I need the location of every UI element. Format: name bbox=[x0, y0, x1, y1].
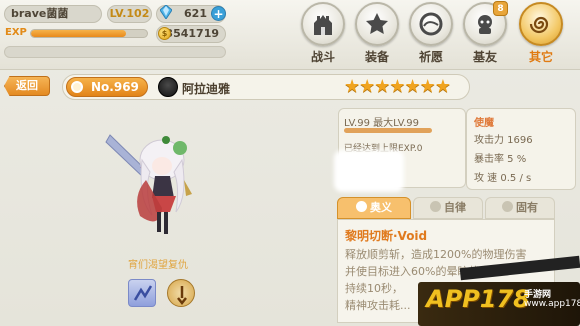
tab-self-discipline[interactable]: 自律 bbox=[413, 197, 483, 219]
star-rating: ★★★★★★★ bbox=[344, 76, 451, 97]
gold-coin-icon: $ bbox=[158, 27, 171, 40]
player-name: brave菌菌 bbox=[4, 5, 102, 23]
character-quote: 宵们渴望复仇 bbox=[128, 260, 188, 271]
nav-equipment-label: 装备 bbox=[364, 50, 389, 64]
watermark-url: www.app178.com bbox=[524, 299, 580, 309]
redaction-blob bbox=[334, 150, 404, 192]
stat-crit: 暴击率 5 % bbox=[474, 154, 527, 165]
nav-wish-button[interactable]: 祈愿 bbox=[406, 2, 456, 68]
tab-innate[interactable]: 固有 bbox=[485, 197, 555, 219]
friends-badge: 8 bbox=[493, 1, 508, 16]
spiral-icon bbox=[519, 2, 563, 46]
level-text: LV.99 最大LV.99 bbox=[344, 118, 420, 129]
stat-speed: 攻 速 0.5 / s bbox=[474, 173, 532, 184]
skill-slot-2[interactable] bbox=[167, 279, 195, 307]
skill-name: 黎明切断·Void bbox=[345, 229, 428, 243]
exp-bar-fill bbox=[31, 30, 127, 37]
stat-attack: 攻击力 1696 bbox=[474, 135, 533, 146]
nav-equipment-button[interactable]: 装备 bbox=[352, 2, 402, 68]
tab-innate-label: 固有 bbox=[516, 201, 538, 214]
skill-slot-1[interactable] bbox=[128, 279, 156, 307]
back-button[interactable]: 返回 bbox=[4, 76, 50, 96]
nav-friends-button[interactable]: 8 基友 bbox=[460, 1, 510, 68]
nav-other-label: 其它 bbox=[528, 50, 553, 64]
castle-icon bbox=[301, 2, 345, 46]
hero-avatar bbox=[158, 77, 178, 97]
exp-label: EXP bbox=[5, 27, 27, 38]
friend-icon: 8 bbox=[463, 1, 508, 46]
level-bar bbox=[344, 128, 432, 133]
watermark-text: APP178 bbox=[426, 285, 530, 313]
nav-wish-label: 祈愿 bbox=[418, 50, 443, 64]
star-shield-icon bbox=[355, 2, 399, 46]
nav-battle-label: 战斗 bbox=[310, 50, 335, 64]
secondary-bar bbox=[4, 46, 226, 58]
gem-icon bbox=[160, 5, 172, 19]
target-icon bbox=[430, 201, 441, 212]
nav-friends-label: 基友 bbox=[472, 50, 497, 64]
flame-icon bbox=[356, 201, 367, 212]
nav-other-button[interactable]: 其它 bbox=[516, 2, 566, 68]
skill-desc-line-1: 释放顺剪斩，造成1200%的物理伤害 bbox=[345, 248, 527, 261]
watermark: APP178 手游网 www.app178.com bbox=[418, 268, 580, 326]
game-screen: brave菌菌 LV.102 621 + EXP 3541719 $ 战斗 装备… bbox=[0, 0, 580, 326]
nav-battle-button[interactable]: 战斗 bbox=[298, 2, 348, 68]
character-sprite bbox=[105, 134, 192, 234]
tab-ultimate[interactable]: 奥义 bbox=[337, 197, 411, 219]
player-level: LV.102 bbox=[107, 5, 152, 23]
exp-bar bbox=[30, 29, 148, 38]
hero-name: 阿拉迪雅 bbox=[182, 82, 231, 96]
orb-icon bbox=[409, 2, 453, 46]
stats-title: 使魔 bbox=[474, 118, 494, 129]
tab-self-discipline-label: 自律 bbox=[444, 201, 466, 214]
number-dot-icon bbox=[71, 81, 83, 93]
add-gems-button[interactable]: + bbox=[211, 6, 226, 21]
tab-ultimate-label: 奥义 bbox=[370, 201, 392, 214]
gear-icon bbox=[502, 201, 513, 212]
